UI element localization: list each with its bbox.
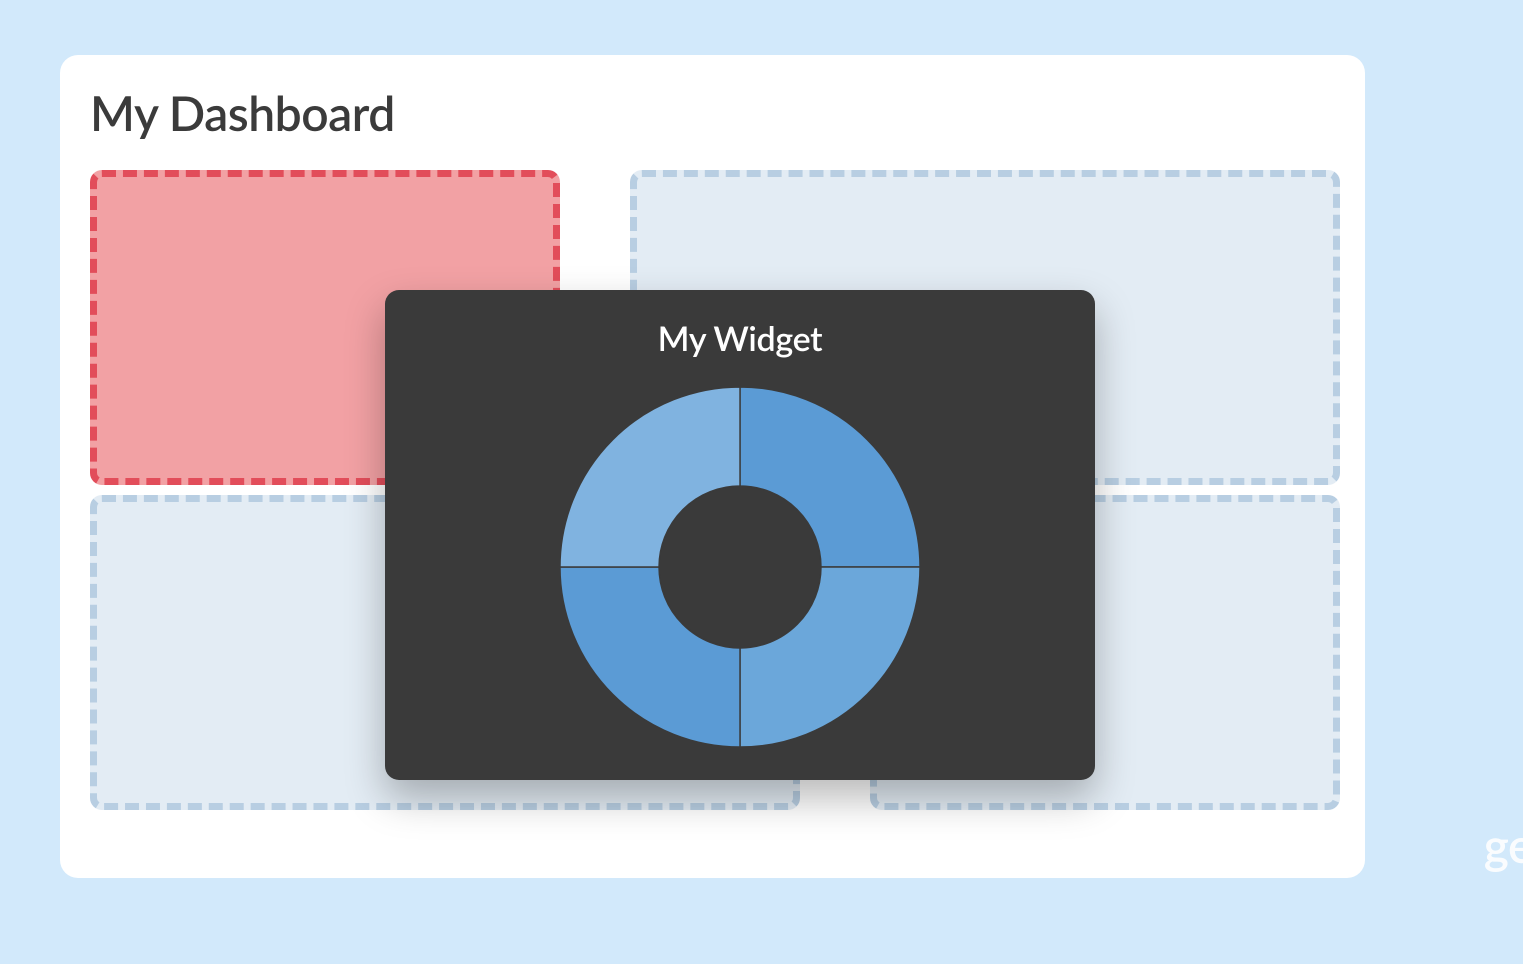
background-text-fragment: ge xyxy=(1484,817,1523,874)
dashboard-title: My Dashboard xyxy=(90,85,395,142)
widget-title: My Widget xyxy=(658,318,823,359)
donut-chart xyxy=(560,387,920,747)
donut-center-hole xyxy=(660,487,820,647)
widget-card[interactable]: My Widget xyxy=(385,290,1095,780)
